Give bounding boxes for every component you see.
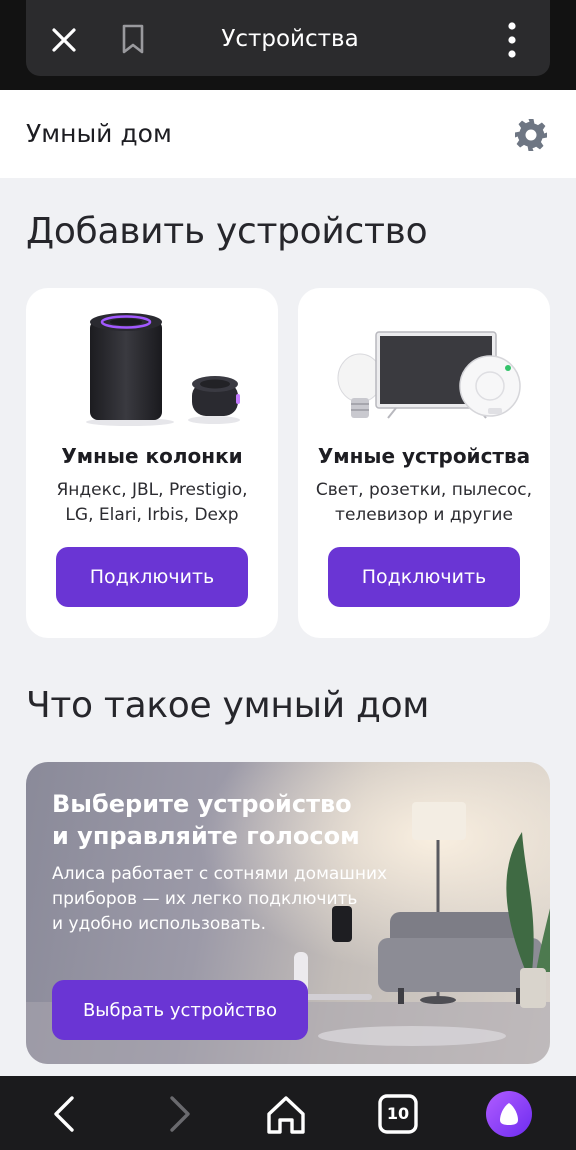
tabs-button[interactable]: 10 [376,1092,420,1136]
gear-icon[interactable] [512,116,550,154]
promo-banner[interactable]: Выберите устройство и управляйте голосом… [26,762,550,1064]
alice-icon[interactable] [486,1091,532,1137]
back-icon[interactable] [44,1092,88,1136]
connect-speakers-button[interactable]: Подключить [56,547,248,607]
add-device-heading: Добавить устройство [26,211,428,252]
what-is-smart-home-heading: Что такое умный дом [26,685,430,726]
connect-devices-button[interactable]: Подключить [328,547,520,607]
smart-speakers-card[interactable]: Умные колонки Яндекс, JBL, Prestigio, LG… [26,288,278,638]
promo-text: Алиса работает с сотнями домашних прибор… [52,864,388,934]
forward-icon[interactable] [156,1092,200,1136]
browser-top-bar: Устройства [0,0,576,90]
page-title: Умный дом [26,119,172,148]
page-header: Умный дом [0,90,576,178]
smart-speakers-illustration [86,313,240,426]
smart-devices-card[interactable]: Умные устройства Свет, розетки, пылесос,… [298,288,550,638]
browser-bottom-bar: 10 [0,1076,576,1150]
home-icon[interactable] [264,1092,308,1136]
smart-speakers-description: Яндекс, JBL, Prestigio, LG, Elari, Irbis… [56,480,248,525]
smart-devices-description: Свет, розетки, пылесос, телевизор и друг… [315,480,533,525]
browser-title: Устройства [221,26,359,52]
smart-devices-illustration [337,331,521,419]
choose-device-button[interactable]: Выбрать устройство [52,980,308,1040]
more-vertical-icon[interactable] [498,20,526,60]
promo-title: Выберите устройство и управляйте голосом [52,790,360,850]
close-icon[interactable] [48,24,80,56]
smart-speakers-title: Умные колонки [61,444,243,468]
bookmark-icon[interactable] [118,22,148,56]
smart-devices-title: Умные устройства [317,444,531,468]
tabs-count: 10 [386,1104,410,1123]
